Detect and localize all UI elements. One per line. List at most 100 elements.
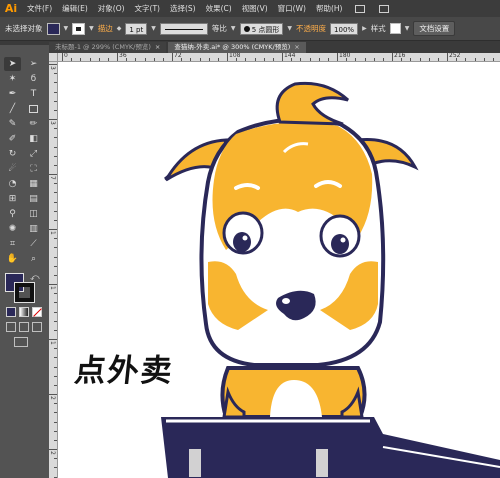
artboard-icon[interactable]: ⌗ bbox=[4, 237, 21, 251]
chevron-down-icon[interactable]: ▼ bbox=[89, 25, 94, 32]
graphic-style-swatch[interactable] bbox=[389, 23, 401, 34]
menu-edit[interactable]: 编辑(E) bbox=[57, 0, 93, 17]
document-setup-button[interactable]: 文档设置 bbox=[413, 21, 456, 36]
ruler-origin[interactable] bbox=[49, 53, 58, 62]
column-graph-icon[interactable]: ▥ bbox=[25, 222, 42, 236]
ruler-minor-tick bbox=[54, 265, 57, 267]
arrange-documents-icon[interactable] bbox=[373, 2, 395, 15]
chevron-down-icon[interactable]: ▼ bbox=[64, 25, 69, 32]
profile-label[interactable]: 等比 bbox=[212, 23, 227, 34]
ruler-tick bbox=[447, 53, 448, 61]
ruler-minor-tick bbox=[437, 58, 439, 61]
ruler-minor-tick bbox=[54, 366, 57, 368]
ruler-minor-tick bbox=[54, 91, 57, 93]
swap-fill-stroke-icon[interactable]: ⤺ bbox=[30, 273, 40, 283]
ruler-label: 180 bbox=[339, 53, 351, 59]
ruler-minor-tick bbox=[474, 58, 476, 61]
rectangle-tool-icon[interactable] bbox=[25, 102, 42, 116]
horizontal-ruler[interactable]: 03672108144180216252288 bbox=[58, 53, 500, 62]
draw-inside-icon[interactable] bbox=[32, 322, 42, 332]
close-icon[interactable]: × bbox=[155, 43, 160, 51]
pen-tool-icon[interactable]: ✒ bbox=[4, 87, 21, 101]
chevron-down-icon[interactable]: ▼ bbox=[405, 25, 410, 32]
type-tool-icon[interactable]: T bbox=[25, 87, 42, 101]
menu-help[interactable]: 帮助(H) bbox=[311, 0, 348, 17]
ruler-label: 144 bbox=[284, 53, 296, 59]
zoom-icon[interactable]: ⌕ bbox=[25, 252, 42, 266]
perspective-grid-icon[interactable]: ▦ bbox=[25, 177, 42, 191]
ruler-minor-tick bbox=[54, 100, 57, 102]
chevron-right-icon[interactable]: ▶ bbox=[362, 25, 367, 32]
ruler-minor-tick bbox=[254, 58, 256, 61]
lasso-icon[interactable]: ϭ bbox=[25, 72, 42, 86]
ruler-minor-tick bbox=[263, 58, 265, 61]
eraser-icon[interactable]: ◧ bbox=[25, 132, 42, 146]
direct-selection-tool-icon[interactable]: ➢ bbox=[25, 57, 42, 71]
line-tool-icon[interactable]: ╱ bbox=[4, 102, 21, 116]
blob-brush-icon[interactable]: ✐ bbox=[4, 132, 21, 146]
screen-mode-icon[interactable] bbox=[14, 337, 28, 347]
menu-bar: Ai 文件(F) 编辑(E) 对象(O) 文字(T) 选择(S) 效果(C) 视… bbox=[0, 0, 500, 17]
shape-builder-icon[interactable]: ◔ bbox=[4, 177, 21, 191]
ruler-minor-tick bbox=[346, 58, 348, 61]
stroke-weight-field[interactable]: 1 pt bbox=[125, 22, 148, 35]
stroke-label[interactable]: 描边 bbox=[98, 23, 113, 34]
opacity-field[interactable]: 100% bbox=[330, 22, 359, 35]
hand-icon[interactable]: ✋ bbox=[4, 252, 21, 266]
rotate-icon[interactable]: ↻ bbox=[4, 147, 21, 161]
menu-effect[interactable]: 效果(C) bbox=[201, 0, 237, 17]
ruler-label: 108 bbox=[229, 53, 241, 59]
artboard-canvas[interactable]: 点外卖 bbox=[58, 62, 500, 478]
menu-file[interactable]: 文件(F) bbox=[22, 0, 57, 17]
opacity-label[interactable]: 不透明度 bbox=[296, 23, 326, 34]
chevron-down-icon[interactable]: ▼ bbox=[287, 25, 292, 32]
ruler-minor-tick bbox=[492, 58, 494, 61]
mesh-icon[interactable]: ⊞ bbox=[4, 192, 21, 206]
gradient-icon[interactable]: ▤ bbox=[25, 192, 42, 206]
gradient-mode-button[interactable] bbox=[19, 307, 29, 317]
pencil-icon[interactable]: ✏ bbox=[25, 117, 42, 131]
draw-behind-icon[interactable] bbox=[19, 322, 29, 332]
bridge-icon[interactable] bbox=[349, 2, 371, 15]
blend-icon[interactable]: ◫ bbox=[25, 207, 42, 221]
document-tab-active[interactable]: 查猫纳-外卖.ai* @ 300% (CMYK/预览) × bbox=[168, 42, 306, 53]
none-mode-button[interactable] bbox=[32, 307, 42, 317]
menu-type[interactable]: 文字(T) bbox=[130, 0, 165, 17]
ruler-minor-tick bbox=[465, 58, 467, 61]
symbol-sprayer-icon[interactable]: ✺ bbox=[4, 222, 21, 236]
ruler-minor-tick bbox=[54, 109, 57, 111]
scale-icon[interactable]: ⤢ bbox=[25, 147, 42, 161]
vertical-ruler[interactable]: 33711122 bbox=[49, 62, 58, 478]
menu-window[interactable]: 窗口(W) bbox=[273, 0, 311, 17]
brush-definition-field[interactable]: 5 点圆形 bbox=[239, 22, 284, 35]
menu-view[interactable]: 视图(V) bbox=[237, 0, 273, 17]
fill-color-swatch[interactable] bbox=[46, 22, 60, 35]
stroke-swatch[interactable] bbox=[14, 282, 35, 303]
variable-width-profile[interactable] bbox=[159, 22, 208, 35]
ruler-label: 3 bbox=[49, 66, 56, 70]
close-icon[interactable]: × bbox=[294, 43, 299, 51]
ruler-tick bbox=[49, 229, 57, 230]
selection-tool-icon[interactable]: ➤ bbox=[4, 57, 21, 71]
draw-normal-icon[interactable] bbox=[6, 322, 16, 332]
paintbrush-icon[interactable]: ✎ bbox=[4, 117, 21, 131]
stroke-color-swatch[interactable] bbox=[72, 22, 86, 35]
dog-illustration[interactable] bbox=[58, 62, 500, 478]
ruler-label: 2 bbox=[49, 396, 56, 400]
magic-wand-icon[interactable]: ✶ bbox=[4, 72, 21, 86]
free-transform-icon[interactable]: ⛶ bbox=[25, 162, 42, 176]
ruler-minor-tick bbox=[153, 58, 155, 61]
color-mode-button[interactable] bbox=[6, 307, 16, 317]
eyedropper-icon[interactable]: ⚲ bbox=[4, 207, 21, 221]
slice-icon[interactable]: ⟋ bbox=[25, 237, 42, 251]
document-tab[interactable]: 未标题-1 @ 299% (CMYK/预览) × bbox=[49, 42, 167, 53]
menu-select[interactable]: 选择(S) bbox=[165, 0, 201, 17]
warp-icon[interactable]: ☄ bbox=[4, 162, 21, 176]
ruler-minor-tick bbox=[199, 58, 201, 61]
menu-object[interactable]: 对象(O) bbox=[93, 0, 130, 17]
chevron-down-icon[interactable]: ▼ bbox=[151, 25, 156, 32]
chevron-down-icon[interactable]: ▼ bbox=[231, 25, 236, 32]
ruler-tick bbox=[49, 394, 57, 395]
ruler-minor-tick bbox=[54, 476, 57, 478]
stepper-icon[interactable]: ◆ bbox=[117, 25, 122, 32]
